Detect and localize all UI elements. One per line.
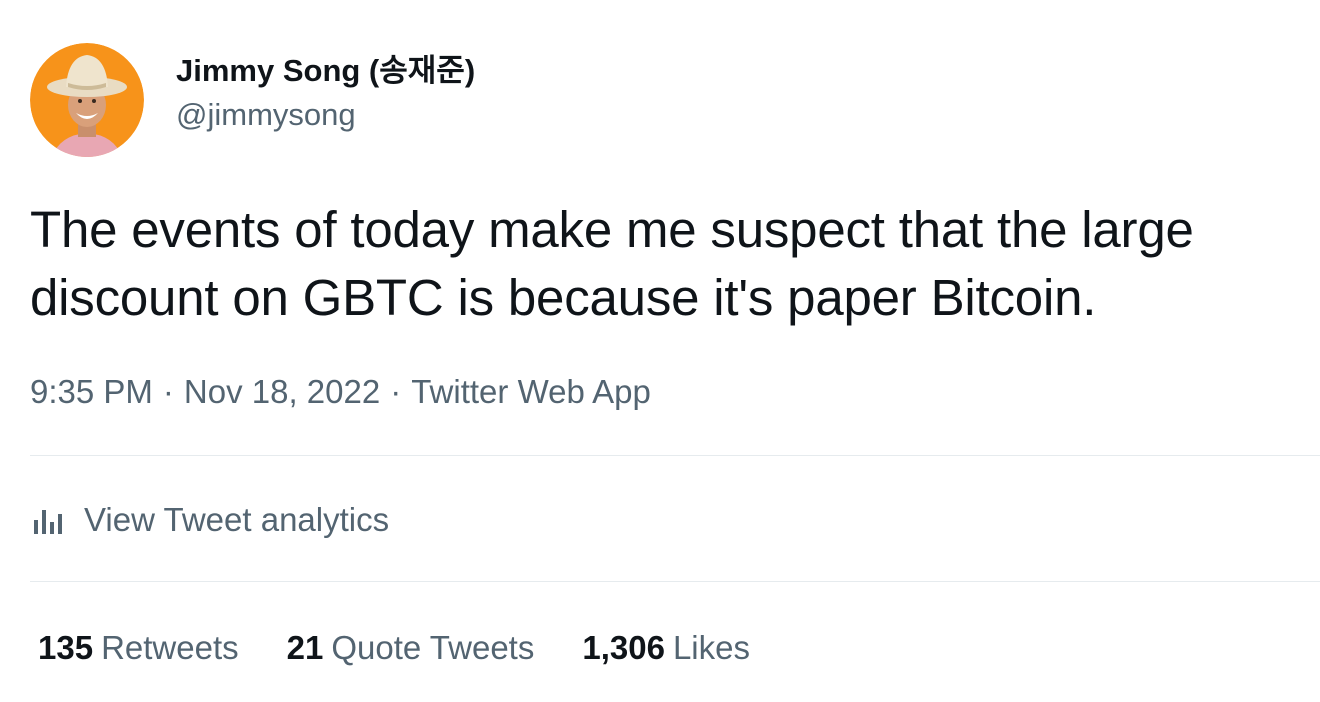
tweet-source[interactable]: Twitter Web App	[411, 373, 651, 410]
stat-label: Quote Tweets	[331, 629, 535, 666]
stat-label: Likes	[672, 629, 750, 666]
tweet-text: The events of today make me suspect that…	[30, 196, 1310, 332]
tweet-meta: 9:35 PM · Nov 18, 2022 · Twitter Web App	[30, 370, 651, 414]
tweet-stats: 135 Retweets 21 Quote Tweets 1,306 Likes	[38, 626, 798, 670]
quote-tweets-stat[interactable]: 21 Quote Tweets	[287, 629, 535, 667]
tweet-author: Jimmy Song (송재준) @jimmysong	[30, 42, 475, 158]
view-analytics-label: View Tweet analytics	[84, 501, 390, 538]
author-names: Jimmy Song (송재준) @jimmysong	[176, 51, 475, 135]
meta-separator: ·	[390, 373, 402, 410]
stat-value: 135	[38, 629, 94, 666]
stat-label: Retweets	[101, 629, 239, 666]
stat-value: 1,306	[582, 629, 665, 666]
divider	[30, 581, 1320, 582]
handle[interactable]: @jimmysong	[176, 95, 475, 135]
tweet-time[interactable]: 9:35 PM	[30, 373, 153, 410]
meta-separator: ·	[162, 373, 174, 410]
view-analytics-link[interactable]: View Tweet analytics	[30, 498, 389, 542]
likes-stat[interactable]: 1,306 Likes	[582, 629, 750, 667]
stat-value: 21	[286, 629, 324, 666]
tweet-text-line: discount on GBTC is because it's paper B…	[30, 269, 1097, 326]
tweet-date[interactable]: Nov 18, 2022	[184, 373, 380, 410]
retweets-stat[interactable]: 135 Retweets	[38, 629, 239, 667]
tweet-text-line: The events of today make me suspect that…	[30, 201, 1194, 258]
divider	[30, 455, 1320, 456]
bar-chart-icon	[30, 504, 70, 536]
display-name[interactable]: Jimmy Song (송재준)	[176, 51, 475, 91]
avatar[interactable]	[30, 43, 144, 157]
